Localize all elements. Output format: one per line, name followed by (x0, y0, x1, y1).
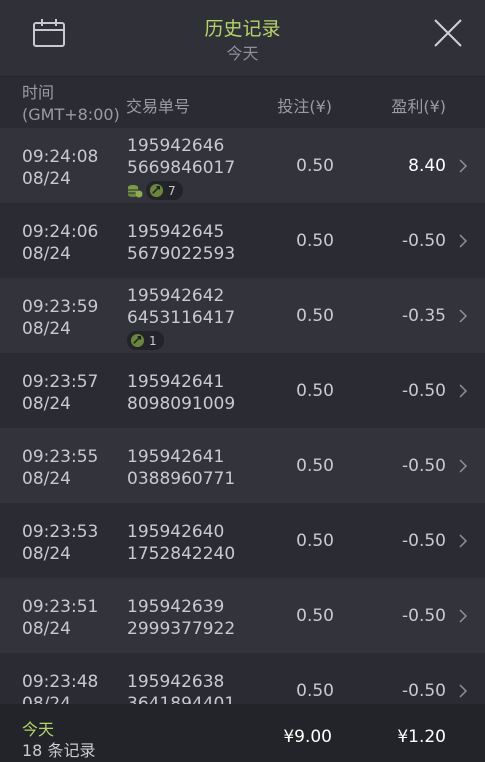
chevron-right-icon (459, 234, 468, 248)
row-profit: -0.35 (402, 306, 446, 326)
row-badges: 7 (127, 181, 235, 200)
row-badges: 1 (127, 331, 235, 350)
spin-icon (130, 333, 145, 348)
footer-record-count: 18 条记录 (22, 741, 96, 760)
row-order: 195942641 0388960771 (127, 447, 236, 489)
chevron-right-icon (459, 309, 468, 323)
history-row[interactable]: 09:23:55 08/24 195942641 0388960771 0.50… (0, 428, 485, 503)
row-profit: -0.50 (402, 531, 446, 551)
history-row[interactable]: 09:23:51 08/24 195942639 2999377922 0.50… (0, 578, 485, 653)
column-header: 时间 (GMT+8:00) 交易单号 投注(¥) 盈利(¥) (0, 77, 485, 128)
page-subtitle: 今天 (226, 44, 259, 63)
row-bet: 0.50 (296, 381, 334, 401)
chevron-right-icon (459, 159, 468, 173)
chevron-right-icon (459, 609, 468, 623)
chevron-right-icon (459, 534, 468, 548)
summary-footer: 今天 18 条记录 ¥9.00 ¥1.20 (0, 704, 485, 762)
row-profit: -0.50 (402, 681, 446, 701)
chevron-right-icon (459, 459, 468, 473)
row-profit: 8.40 (408, 156, 446, 176)
history-row[interactable]: 09:24:06 08/24 195942645 5679022593 0.50… (0, 203, 485, 278)
row-order: 195942639 2999377922 (127, 597, 236, 639)
row-bet: 0.50 (296, 231, 334, 251)
column-profit: 盈利(¥) (391, 97, 446, 116)
row-time: 09:24:08 08/24 (22, 147, 99, 189)
spin-count-badge: 1 (127, 331, 164, 350)
row-time: 09:23:51 08/24 (22, 597, 99, 639)
row-time: 09:23:53 08/24 (22, 522, 99, 564)
spin-icon (149, 183, 164, 198)
history-row[interactable]: 09:24:08 08/24 195942646 5669846017 7 0.… (0, 128, 485, 203)
row-time: 09:24:06 08/24 (22, 222, 99, 264)
row-bet: 0.50 (296, 606, 334, 626)
row-order: 195942642 6453116417 1 (127, 285, 235, 350)
history-list[interactable]: 09:24:08 08/24 195942646 5669846017 7 0.… (0, 128, 485, 704)
row-bet: 0.50 (296, 681, 334, 701)
coin-stack-icon (128, 184, 143, 197)
close-icon[interactable] (432, 17, 464, 49)
column-order: 交易单号 (126, 97, 191, 116)
row-profit: -0.50 (402, 381, 446, 401)
history-row[interactable]: 09:23:59 08/24 195942642 6453116417 1 0.… (0, 278, 485, 353)
column-bet: 投注(¥) (277, 97, 332, 116)
row-time: 09:23:55 08/24 (22, 447, 99, 489)
history-row[interactable]: 09:23:53 08/24 195942640 1752842240 0.50… (0, 503, 485, 578)
row-order: 195942645 5679022593 (127, 222, 236, 264)
chevron-right-icon (459, 684, 468, 698)
footer-total-bet: ¥9.00 (283, 727, 332, 747)
header: 历史记录 今天 (0, 0, 485, 77)
row-bet: 0.50 (296, 156, 334, 176)
footer-total-profit: ¥1.20 (397, 727, 446, 747)
chevron-right-icon (459, 384, 468, 398)
row-bet: 0.50 (296, 456, 334, 476)
row-profit: -0.50 (402, 606, 446, 626)
spin-count-badge: 7 (146, 181, 183, 200)
row-order: 195942640 1752842240 (127, 522, 236, 564)
row-bet: 0.50 (296, 306, 334, 326)
row-profit: -0.50 (402, 231, 446, 251)
page-title: 历史记录 (204, 18, 281, 40)
row-time: 09:23:48 08/24 (22, 672, 99, 704)
row-time: 09:23:59 08/24 (22, 297, 99, 339)
row-order: 195942641 8098091009 (127, 372, 236, 414)
row-time: 09:23:57 08/24 (22, 372, 99, 414)
row-bet: 0.50 (296, 531, 334, 551)
history-row[interactable]: 09:23:57 08/24 195942641 8098091009 0.50… (0, 353, 485, 428)
row-profit: -0.50 (402, 456, 446, 476)
row-order: 195942646 5669846017 7 (127, 135, 235, 200)
column-time: 时间 (GMT+8:00) (22, 83, 120, 124)
row-order: 195942638 3641894401 (127, 672, 236, 704)
history-row[interactable]: 09:23:48 08/24 195942638 3641894401 0.50… (0, 653, 485, 704)
